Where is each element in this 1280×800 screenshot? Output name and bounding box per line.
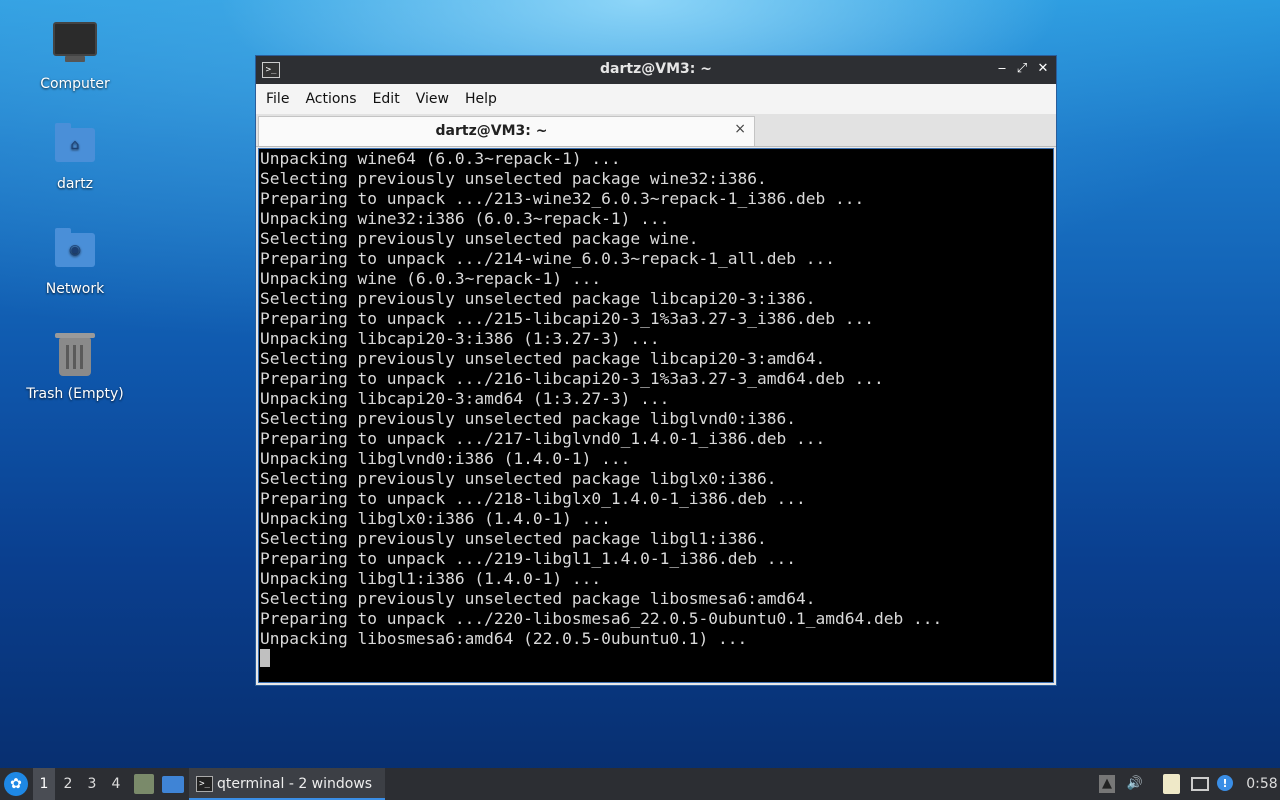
menu-actions[interactable]: Actions: [297, 91, 364, 107]
terminal-line: Unpacking libcapi20-3:i386 (1:3.27-3) ..…: [260, 329, 660, 348]
terminal-line: Unpacking wine32:i386 (6.0.3~repack-1) .…: [260, 209, 670, 228]
show-desktop-icon[interactable]: [162, 776, 184, 793]
terminal-line: Unpacking libglvnd0:i386 (1.4.0-1) ...: [260, 449, 631, 468]
terminal-line: Preparing to unpack .../220-libosmesa6_2…: [260, 609, 943, 628]
terminal-line: Selecting previously unselected package …: [260, 409, 797, 428]
clock[interactable]: 0:58: [1246, 768, 1278, 800]
desktop-icon-trash[interactable]: Trash (Empty): [20, 332, 130, 402]
terminal-line: Unpacking wine64 (6.0.3~repack-1) ...: [260, 149, 621, 168]
menu-edit[interactable]: Edit: [365, 91, 408, 107]
desktop-icon-computer[interactable]: Computer: [20, 18, 130, 92]
taskbar: ✿ 1 2 3 4 >_ qterminal - 2 windows ▲ 🔊 !…: [0, 768, 1280, 800]
home-folder-icon: ⌂: [51, 122, 99, 170]
workspace-1[interactable]: 1: [33, 768, 55, 800]
terminal-line: Selecting previously unselected package …: [260, 529, 767, 548]
clipboard-icon[interactable]: ▲: [1099, 775, 1115, 793]
terminal-line: Unpacking libgl1:i386 (1.4.0-1) ...: [260, 569, 602, 588]
terminal-line: Preparing to unpack .../215-libcapi20-3_…: [260, 309, 874, 328]
trash-icon: [51, 332, 99, 380]
terminal-line: Preparing to unpack .../218-libglx0_1.4.…: [260, 489, 806, 508]
terminal-line: Preparing to unpack .../216-libcapi20-3_…: [260, 369, 884, 388]
tab-close-icon[interactable]: ×: [734, 121, 746, 137]
terminal-line: Preparing to unpack .../214-wine_6.0.3~r…: [260, 249, 835, 268]
terminal-line: Unpacking libcapi20-3:amd64 (1:3.27-3) .…: [260, 389, 670, 408]
desktop-icon-label: Computer: [40, 76, 110, 92]
task-label: qterminal - 2 windows: [217, 776, 373, 792]
tab-label: dartz@VM3: ~: [435, 123, 548, 139]
desktop-icon-label: Network: [45, 281, 105, 297]
computer-icon: [51, 22, 99, 70]
terminal-line: Selecting previously unselected package …: [260, 229, 699, 248]
volume-icon[interactable]: 🔊: [1126, 775, 1144, 793]
workspace-4[interactable]: 4: [105, 768, 127, 800]
terminal-line: Selecting previously unselected package …: [260, 169, 767, 188]
terminal-line: Preparing to unpack .../217-libglvnd0_1.…: [260, 429, 826, 448]
terminal-output[interactable]: Unpacking wine64 (6.0.3~repack-1) ... Sel…: [258, 148, 1054, 683]
taskbar-task-qterminal[interactable]: >_ qterminal - 2 windows: [189, 768, 385, 800]
menu-file[interactable]: File: [258, 91, 297, 107]
window-title: dartz@VM3: ~: [600, 61, 712, 77]
desktop-icon-label: Trash (Empty): [26, 386, 124, 402]
desktop-icon-home[interactable]: ⌂ dartz: [20, 122, 130, 192]
minimize-button[interactable]: ‒: [993, 60, 1011, 78]
menubar: File Actions Edit View Help: [256, 84, 1056, 114]
terminal-window: >_ dartz@VM3: ~ ‒ ⤢ ✕ File Actions Edit …: [255, 55, 1057, 686]
notes-icon[interactable]: [1163, 774, 1180, 794]
terminal-line: Unpacking libglx0:i386 (1.4.0-1) ...: [260, 509, 611, 528]
terminal-cursor: [260, 649, 270, 667]
terminal-text: Unpacking wine64 (6.0.3~repack-1) ... Sel…: [259, 149, 1053, 649]
network-folder-icon: ◉: [51, 227, 99, 275]
workspace-2[interactable]: 2: [57, 768, 79, 800]
terminal-task-icon: >_: [196, 776, 213, 792]
window-titlebar[interactable]: >_ dartz@VM3: ~ ‒ ⤢ ✕: [256, 56, 1056, 84]
file-manager-icon[interactable]: [134, 774, 154, 794]
menu-view[interactable]: View: [408, 91, 457, 107]
tab-terminal[interactable]: dartz@VM3: ~ ×: [258, 116, 755, 146]
desktop-icon-label: dartz: [56, 176, 94, 192]
terminal-line: Preparing to unpack .../213-wine32_6.0.3…: [260, 189, 865, 208]
network-icon[interactable]: [1191, 777, 1209, 791]
terminal-line: Preparing to unpack .../219-libgl1_1.4.0…: [260, 549, 797, 568]
desktop-icon-network[interactable]: ◉ Network: [20, 227, 130, 297]
maximize-button[interactable]: ⤢: [1013, 60, 1031, 78]
terminal-line: Unpacking libosmesa6:amd64 (22.0.5-0ubun…: [260, 629, 748, 648]
terminal-line: Unpacking wine (6.0.3~repack-1) ...: [260, 269, 602, 288]
tab-bar: dartz@VM3: ~ ×: [256, 114, 1056, 147]
terminal-line: Selecting previously unselected package …: [260, 469, 777, 488]
update-notifier-icon[interactable]: !: [1217, 775, 1233, 791]
start-menu-icon[interactable]: ✿: [4, 772, 28, 796]
menu-help[interactable]: Help: [457, 91, 505, 107]
close-button[interactable]: ✕: [1034, 60, 1052, 78]
workspace-3[interactable]: 3: [81, 768, 103, 800]
terminal-line: Selecting previously unselected package …: [260, 589, 816, 608]
terminal-line: Selecting previously unselected package …: [260, 289, 816, 308]
terminal-line: Selecting previously unselected package …: [260, 349, 826, 368]
